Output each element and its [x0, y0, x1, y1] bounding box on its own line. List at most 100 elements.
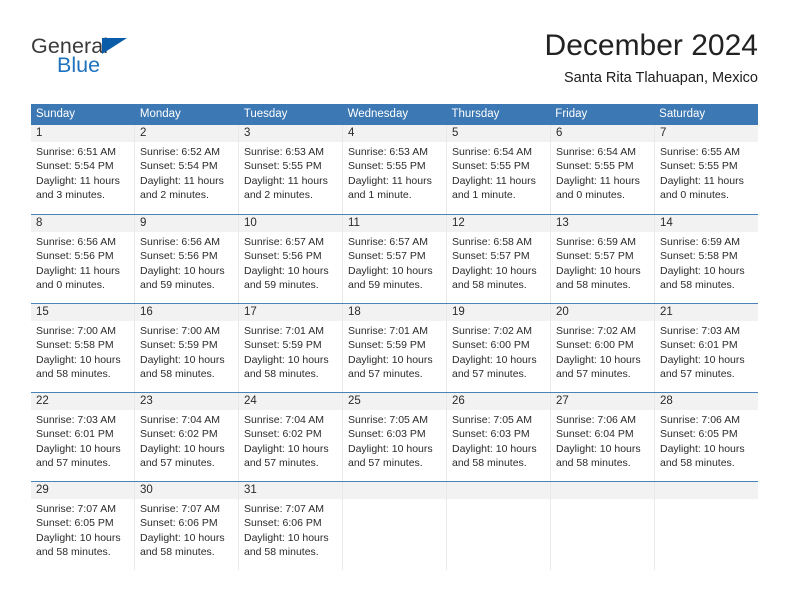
- day-number: 23: [135, 393, 238, 410]
- daylight-text: Daylight: 10 hours and 57 minutes.: [348, 442, 433, 470]
- day-number: 3: [239, 125, 342, 142]
- day-details: Sunrise: 7:06 AM Sunset: 6:04 PM Dayligh…: [551, 410, 654, 471]
- day-cell[interactable]: 2 Sunrise: 6:52 AM Sunset: 5:54 PM Dayli…: [135, 125, 239, 214]
- daylight-text: Daylight: 11 hours and 0 minutes.: [660, 174, 744, 202]
- day-details: Sunrise: 6:54 AM Sunset: 5:55 PM Dayligh…: [551, 142, 654, 203]
- day-number: 25: [343, 393, 446, 410]
- sunset-text: Sunset: 5:55 PM: [660, 160, 738, 173]
- day-cell[interactable]: 8 Sunrise: 6:56 AM Sunset: 5:56 PM Dayli…: [31, 215, 135, 303]
- weekday-header-monday: Monday: [139, 108, 181, 120]
- day-number: 4: [343, 125, 446, 142]
- day-cell[interactable]: 3 Sunrise: 6:53 AM Sunset: 5:55 PM Dayli…: [239, 125, 343, 214]
- day-number: [655, 482, 758, 499]
- day-details: Sunrise: 7:02 AM Sunset: 6:00 PM Dayligh…: [551, 321, 654, 382]
- sunrise-text: Sunrise: 6:59 AM: [556, 236, 636, 248]
- day-details: Sunrise: 6:55 AM Sunset: 5:55 PM Dayligh…: [655, 142, 758, 203]
- day-number: 13: [551, 215, 654, 232]
- day-cell[interactable]: 20 Sunrise: 7:02 AM Sunset: 6:00 PM Dayl…: [551, 304, 655, 392]
- sunrise-text: Sunrise: 6:59 AM: [660, 236, 740, 248]
- calendar-week-row: 1 Sunrise: 6:51 AM Sunset: 5:54 PM Dayli…: [31, 125, 758, 214]
- day-details: Sunrise: 7:06 AM Sunset: 6:05 PM Dayligh…: [655, 410, 758, 471]
- sunset-text: Sunset: 6:04 PM: [556, 428, 634, 441]
- day-cell[interactable]: 7 Sunrise: 6:55 AM Sunset: 5:55 PM Dayli…: [655, 125, 758, 214]
- general-blue-logo[interactable]: General Blue: [31, 35, 251, 90]
- page-title: December 2024: [544, 29, 758, 62]
- day-number: 16: [135, 304, 238, 321]
- day-number: [343, 482, 446, 499]
- calendar-week-row: 15 Sunrise: 7:00 AM Sunset: 5:58 PM Dayl…: [31, 303, 758, 392]
- day-cell[interactable]: 23 Sunrise: 7:04 AM Sunset: 6:02 PM Dayl…: [135, 393, 239, 481]
- day-details: Sunrise: 6:56 AM Sunset: 5:56 PM Dayligh…: [135, 232, 238, 293]
- daylight-text: Daylight: 10 hours and 59 minutes.: [348, 264, 433, 292]
- sunrise-text: Sunrise: 6:54 AM: [556, 146, 636, 158]
- day-cell[interactable]: 14 Sunrise: 6:59 AM Sunset: 5:58 PM Dayl…: [655, 215, 758, 303]
- day-cell[interactable]: 30 Sunrise: 7:07 AM Sunset: 6:06 PM Dayl…: [135, 482, 239, 570]
- day-cell[interactable]: 12 Sunrise: 6:58 AM Sunset: 5:57 PM Dayl…: [447, 215, 551, 303]
- day-details: Sunrise: 7:00 AM Sunset: 5:58 PM Dayligh…: [31, 321, 134, 382]
- day-cell[interactable]: 31 Sunrise: 7:07 AM Sunset: 6:06 PM Dayl…: [239, 482, 343, 570]
- sunrise-text: Sunrise: 6:53 AM: [244, 146, 324, 158]
- sunrise-text: Sunrise: 6:52 AM: [140, 146, 220, 158]
- sunrise-text: Sunrise: 6:56 AM: [140, 236, 220, 248]
- day-number: 8: [31, 215, 134, 232]
- day-details: Sunrise: 6:54 AM Sunset: 5:55 PM Dayligh…: [447, 142, 550, 203]
- calendar-week-row: 29 Sunrise: 7:07 AM Sunset: 6:05 PM Dayl…: [31, 481, 758, 570]
- day-cell[interactable]: 26 Sunrise: 7:05 AM Sunset: 6:03 PM Dayl…: [447, 393, 551, 481]
- sunset-text: Sunset: 5:59 PM: [140, 339, 218, 352]
- sunrise-text: Sunrise: 6:57 AM: [244, 236, 324, 248]
- day-cell[interactable]: 1 Sunrise: 6:51 AM Sunset: 5:54 PM Dayli…: [31, 125, 135, 214]
- day-cell[interactable]: 29 Sunrise: 7:07 AM Sunset: 6:05 PM Dayl…: [31, 482, 135, 570]
- daylight-text: Daylight: 10 hours and 57 minutes.: [36, 442, 121, 470]
- day-details: Sunrise: 6:53 AM Sunset: 5:55 PM Dayligh…: [239, 142, 342, 203]
- sunset-text: Sunset: 6:01 PM: [660, 339, 738, 352]
- day-cell[interactable]: 24 Sunrise: 7:04 AM Sunset: 6:02 PM Dayl…: [239, 393, 343, 481]
- sunset-text: Sunset: 5:56 PM: [244, 250, 322, 263]
- day-number: 31: [239, 482, 342, 499]
- day-cell[interactable]: 9 Sunrise: 6:56 AM Sunset: 5:56 PM Dayli…: [135, 215, 239, 303]
- day-cell[interactable]: 15 Sunrise: 7:00 AM Sunset: 5:58 PM Dayl…: [31, 304, 135, 392]
- daylight-text: Daylight: 11 hours and 0 minutes.: [36, 264, 120, 292]
- day-cell[interactable]: 19 Sunrise: 7:02 AM Sunset: 6:00 PM Dayl…: [447, 304, 551, 392]
- day-details: Sunrise: 6:57 AM Sunset: 5:56 PM Dayligh…: [239, 232, 342, 293]
- sunset-text: Sunset: 6:03 PM: [452, 428, 530, 441]
- daylight-text: Daylight: 10 hours and 58 minutes.: [140, 531, 225, 559]
- day-cell[interactable]: 28 Sunrise: 7:06 AM Sunset: 6:05 PM Dayl…: [655, 393, 758, 481]
- daylight-text: Daylight: 10 hours and 58 minutes.: [452, 442, 537, 470]
- daylight-text: Daylight: 10 hours and 59 minutes.: [140, 264, 225, 292]
- daylight-text: Daylight: 10 hours and 57 minutes.: [348, 353, 433, 381]
- day-details: Sunrise: 7:07 AM Sunset: 6:05 PM Dayligh…: [31, 499, 134, 560]
- day-cell[interactable]: 13 Sunrise: 6:59 AM Sunset: 5:57 PM Dayl…: [551, 215, 655, 303]
- day-cell[interactable]: 21 Sunrise: 7:03 AM Sunset: 6:01 PM Dayl…: [655, 304, 758, 392]
- day-cell[interactable]: 16 Sunrise: 7:00 AM Sunset: 5:59 PM Dayl…: [135, 304, 239, 392]
- sunrise-text: Sunrise: 7:05 AM: [348, 414, 428, 426]
- sunset-text: Sunset: 6:00 PM: [452, 339, 530, 352]
- day-cell[interactable]: 4 Sunrise: 6:53 AM Sunset: 5:55 PM Dayli…: [343, 125, 447, 214]
- day-details: Sunrise: 6:59 AM Sunset: 5:58 PM Dayligh…: [655, 232, 758, 293]
- daylight-text: Daylight: 10 hours and 58 minutes.: [660, 264, 745, 292]
- sunset-text: Sunset: 5:56 PM: [36, 250, 114, 263]
- sunrise-text: Sunrise: 7:04 AM: [244, 414, 324, 426]
- day-cell[interactable]: 6 Sunrise: 6:54 AM Sunset: 5:55 PM Dayli…: [551, 125, 655, 214]
- daylight-text: Daylight: 11 hours and 1 minute.: [348, 174, 432, 202]
- day-cell[interactable]: 10 Sunrise: 6:57 AM Sunset: 5:56 PM Dayl…: [239, 215, 343, 303]
- day-cell[interactable]: 11 Sunrise: 6:57 AM Sunset: 5:57 PM Dayl…: [343, 215, 447, 303]
- day-cell[interactable]: 22 Sunrise: 7:03 AM Sunset: 6:01 PM Dayl…: [31, 393, 135, 481]
- day-cell[interactable]: 17 Sunrise: 7:01 AM Sunset: 5:59 PM Dayl…: [239, 304, 343, 392]
- day-cell[interactable]: 18 Sunrise: 7:01 AM Sunset: 5:59 PM Dayl…: [343, 304, 447, 392]
- sunset-text: Sunset: 6:05 PM: [36, 517, 114, 530]
- day-cell[interactable]: 27 Sunrise: 7:06 AM Sunset: 6:04 PM Dayl…: [551, 393, 655, 481]
- daylight-text: Daylight: 11 hours and 1 minute.: [452, 174, 536, 202]
- day-cell-empty: [447, 482, 551, 570]
- day-number: 17: [239, 304, 342, 321]
- sunset-text: Sunset: 5:54 PM: [36, 160, 114, 173]
- day-number: 22: [31, 393, 134, 410]
- day-cell[interactable]: 25 Sunrise: 7:05 AM Sunset: 6:03 PM Dayl…: [343, 393, 447, 481]
- day-number: 26: [447, 393, 550, 410]
- sunrise-text: Sunrise: 7:07 AM: [36, 503, 116, 515]
- sunset-text: Sunset: 5:59 PM: [244, 339, 322, 352]
- sunset-text: Sunset: 5:57 PM: [556, 250, 634, 263]
- page-header: General Blue December 2024 Santa Rita Tl…: [31, 28, 758, 90]
- daylight-text: Daylight: 10 hours and 58 minutes.: [36, 531, 121, 559]
- day-cell[interactable]: 5 Sunrise: 6:54 AM Sunset: 5:55 PM Dayli…: [447, 125, 551, 214]
- daylight-text: Daylight: 10 hours and 57 minutes.: [452, 353, 537, 381]
